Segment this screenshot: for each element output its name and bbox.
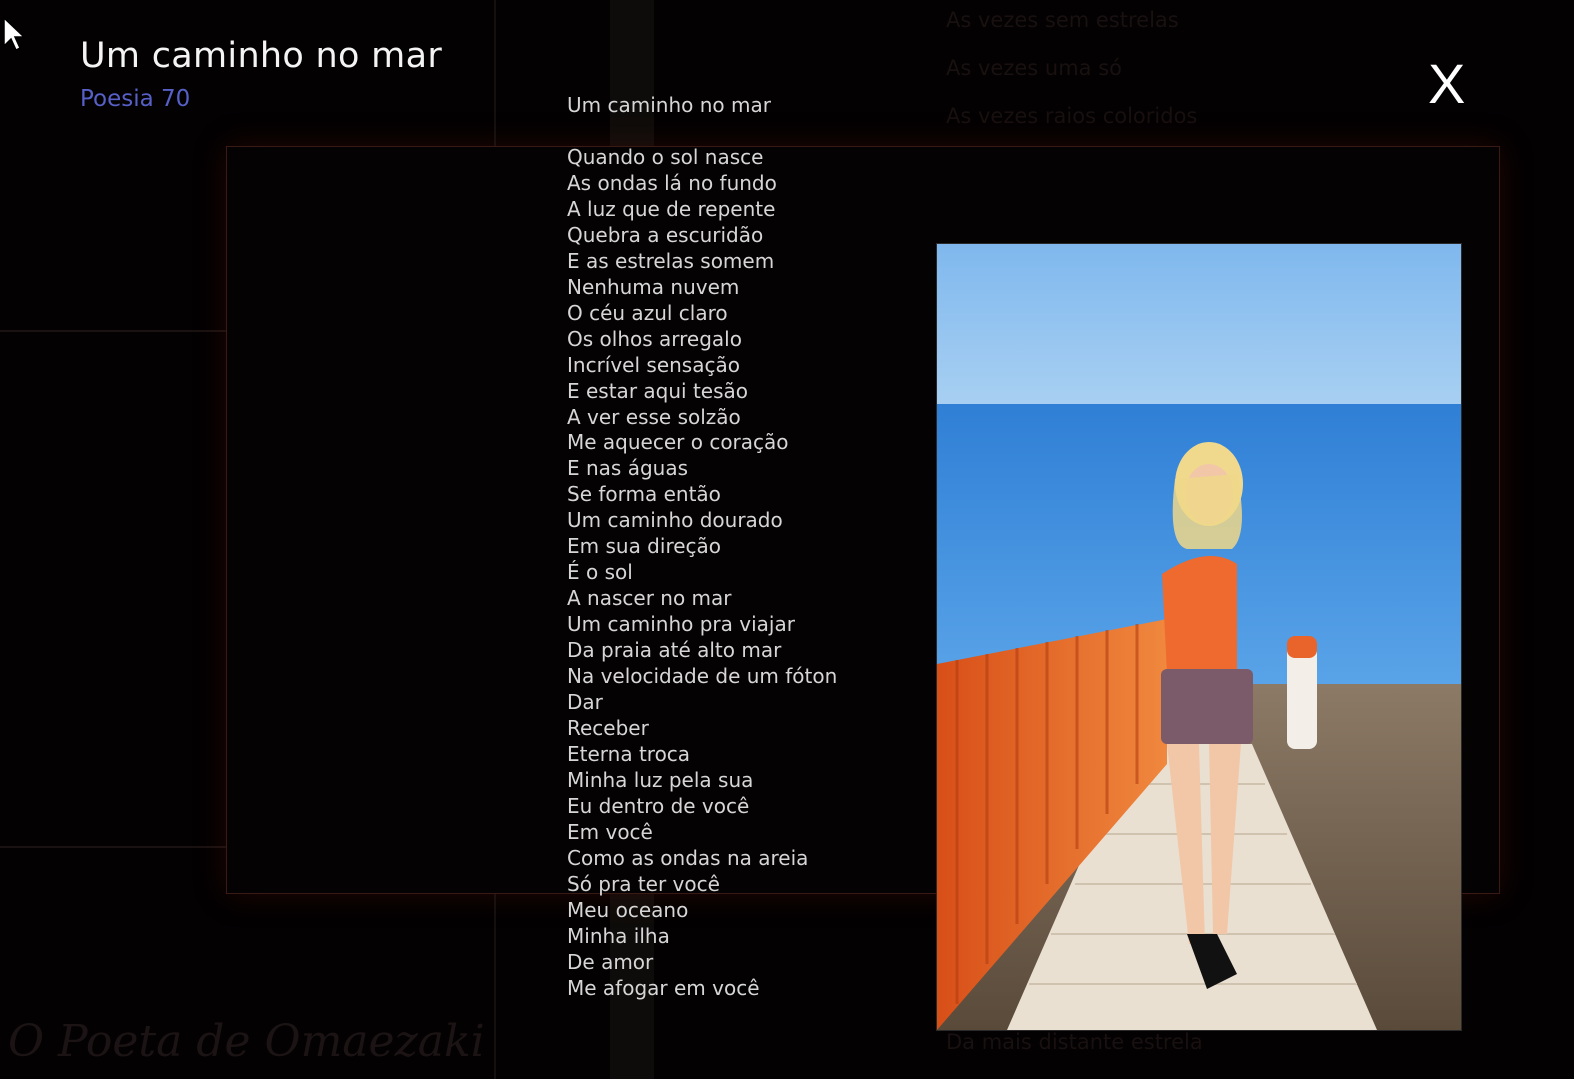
poem-line: Incrível sensação [567,352,740,377]
poem-line: Nenhuma nuvem [567,274,740,299]
page-subtitle[interactable]: Poesia 70 [80,86,190,112]
background-divider [0,846,226,848]
poem-line: Me aquecer o coração [567,430,789,455]
background-divider [494,892,496,1079]
poem-line: Dar [567,690,603,715]
poem-line: Me afogar em você [567,975,760,1000]
poem-line: O céu azul claro [567,300,728,325]
poem-line: De amor [567,949,654,974]
poem-line: Eu dentro de você [567,793,750,818]
poem-line: Um caminho dourado [567,508,783,533]
poem-line: Só pra ter você [567,871,720,896]
poem-line: Minha ilha [567,923,670,948]
poem-line: Quando o sol nasce [567,145,764,169]
poem-line: Receber [567,715,649,740]
poem-line: A ver esse solzão [567,404,741,429]
background-faded-line: As vezes uma só [946,56,1122,80]
poem-title: Um caminho no mar [567,93,771,117]
poem-line: Da praia até alto mar [567,638,782,663]
poem-line: Meu oceano [567,897,689,922]
poem-line: Um caminho pra viajar [567,612,795,637]
poem-photo [936,243,1462,1031]
background-faded-line: As vezes sem estrelas [946,8,1179,32]
page-title: Um caminho no mar [80,36,443,76]
poem-line: A nascer no mar [567,586,732,611]
beach-photo-illustration [937,244,1461,1030]
close-button[interactable]: X [1428,56,1465,112]
poem-line: Os olhos arregalo [567,326,742,351]
background-divider [0,330,226,332]
poem-line: Minha luz pela sua [567,767,754,792]
background-faded-line: As vezes raios coloridos [946,104,1198,128]
poem-line: Como as ondas na areia [567,845,809,870]
poem-line: Se forma então [567,482,721,507]
poem-line: É o sol [567,560,633,585]
poem-text: Quando o sol nasce As ondas lá no fundo A … [567,145,837,1001]
poem-line: E nas águas [567,456,689,481]
watermark: O Poeta de Omaezaki [8,1016,485,1067]
poem-line: Em você [567,819,653,844]
poem-line: A luz que de repente [567,196,776,221]
poem-line: Na velocidade de um fóton [567,664,838,689]
background-faded-line: Da mais distante estrela [946,1030,1203,1054]
poem-line: E as estrelas somem [567,248,775,273]
poem-line: Quebra a escuridão [567,222,764,247]
arrow-cursor-icon [3,16,26,52]
poem-line: E estar aqui tesão [567,378,748,403]
poem-line: As ondas lá no fundo [567,170,777,195]
background-divider [494,0,496,146]
poem-line: Eterna troca [567,741,691,766]
poem-line: Em sua direção [567,534,722,559]
